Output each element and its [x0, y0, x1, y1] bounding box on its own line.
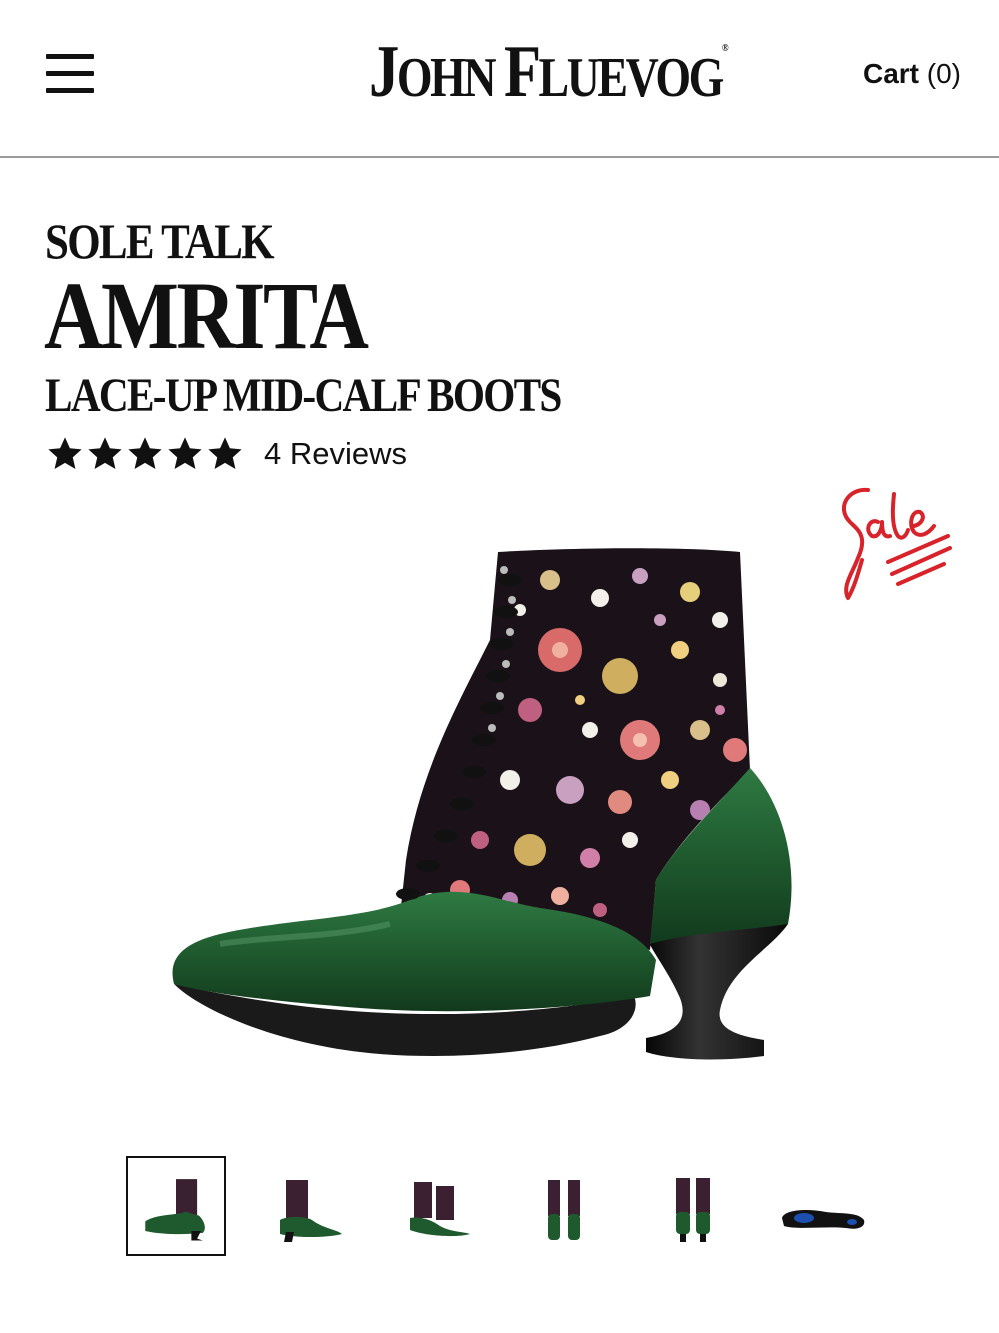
thumbnail-image: [410, 1182, 470, 1237]
product-title: AMRITA: [44, 262, 369, 369]
sale-badge: [842, 487, 952, 600]
star-icon: [128, 437, 162, 470]
thumbnail-image: [548, 1180, 580, 1240]
brand-logo[interactable]: JOHN FLUEVOG®: [369, 30, 729, 113]
star-icon: [168, 437, 202, 470]
thumbnail-back-view[interactable]: [646, 1156, 746, 1256]
thumbnail-image: [280, 1180, 342, 1242]
thumbnail-front-angle[interactable]: [256, 1156, 356, 1256]
thumbnail-image: [676, 1178, 710, 1242]
product-subtitle: LACE-UP MID-CALF BOOTS: [45, 369, 562, 422]
reviews-link[interactable]: 4 Reviews: [264, 436, 407, 472]
thumbnail-image: [145, 1179, 205, 1241]
star-icon: [88, 437, 122, 470]
rating-row: 4 Reviews: [46, 432, 407, 476]
cart-label: Cart: [862, 58, 919, 89]
thumbnail-pair-view[interactable]: [386, 1156, 486, 1256]
header-divider: [0, 156, 999, 158]
product-hero-image[interactable]: [160, 540, 820, 1080]
thumbnail-gallery: [0, 1156, 999, 1260]
star-icon: [48, 437, 82, 470]
cart-link[interactable]: Cart (0): [863, 58, 961, 90]
thumbnail-side-view[interactable]: [126, 1156, 226, 1256]
cart-count: (0): [926, 58, 961, 89]
thumbnail-image: [782, 1210, 865, 1229]
star-icon: [208, 437, 242, 470]
star-rating: [46, 435, 244, 473]
site-header: JOHN FLUEVOG® Cart (0): [0, 0, 999, 158]
thumbnail-sole-view[interactable]: [776, 1156, 876, 1256]
thumbnail-front-view[interactable]: [516, 1156, 616, 1256]
hamburger-menu-icon[interactable]: [46, 54, 96, 94]
